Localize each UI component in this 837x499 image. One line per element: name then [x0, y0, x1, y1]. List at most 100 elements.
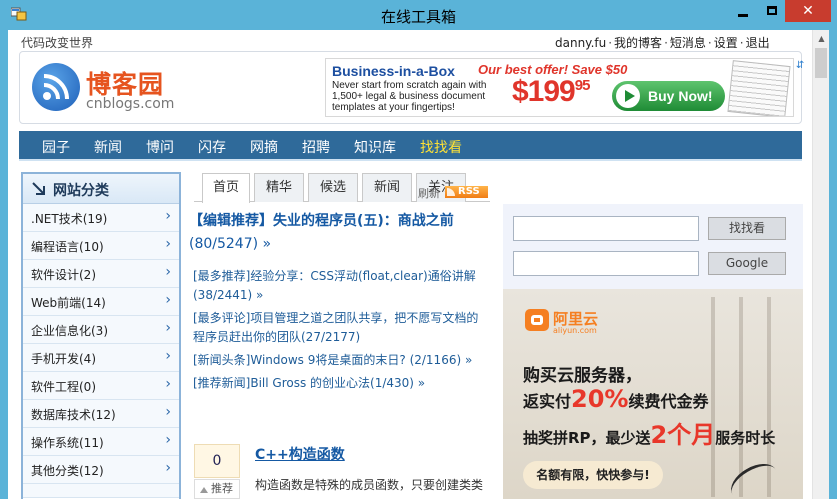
tab-home[interactable]: 首页 [202, 173, 250, 203]
ad-price-cents: 95 [574, 77, 591, 94]
nav-item-kb[interactable]: 知识库 [354, 137, 396, 157]
banner-ad[interactable]: Business-in-a-Box Our best offer! Save $… [325, 58, 794, 117]
chevron-right-icon: › [165, 404, 171, 420]
rss-logo-icon[interactable] [32, 63, 80, 111]
aliyun-cta[interactable]: 名额有限，快快参与! [523, 461, 663, 489]
web-page: 代码改变世界 danny.fu · 我的博客 · 短消息 · 设置 · 退出 博客园 cnblo… [8, 30, 812, 499]
ad-buy-label: Buy Now! [648, 88, 713, 104]
nav-item-flash[interactable]: 闪存 [198, 137, 226, 157]
aliyun-logo-icon [525, 309, 549, 331]
post-title-link[interactable]: C++构造函数 [255, 444, 345, 464]
sidebar-item-label: 手机开发(4) [31, 352, 96, 366]
chevron-right-icon: › [165, 320, 171, 336]
nav-item-news[interactable]: 新闻 [94, 137, 122, 157]
user-link-myblog[interactable]: 我的博客 [614, 36, 662, 50]
sidebar-item-enterprise[interactable]: 企业信息化(3) › [23, 316, 179, 344]
nav-item-garden[interactable]: 园子 [42, 137, 70, 157]
user-links: danny.fu · 我的博客 · 短消息 · 设置 · 退出 [555, 36, 770, 50]
scrollbar-thumb[interactable] [815, 48, 827, 78]
sidebar-item-label: 企业信息化(3) [31, 324, 108, 338]
sidebar-item-label: 其他分类(12) [31, 464, 104, 478]
minimize-button[interactable] [727, 0, 757, 22]
scroll-up-icon[interactable]: ▲ [813, 30, 829, 47]
ad-info-icon[interactable]: ⇵ [796, 60, 804, 71]
category-sidebar: 网站分类 .NET技术(19) › 编程语言(10) › 软件设计(2) › Web前… [21, 172, 181, 499]
close-icon: ✕ [802, 3, 814, 19]
ad-buy-button[interactable]: Buy Now! [612, 81, 725, 111]
user-link-logout[interactable]: 退出 [746, 36, 770, 50]
ad-brand: Business-in-a-Box [332, 63, 455, 79]
ad-price: $19995 [512, 75, 591, 109]
aliyun-line3-big: 2个月 [650, 421, 716, 449]
recommend-button[interactable]: 推荐 [194, 479, 240, 499]
sidebar-item-design[interactable]: 软件设计(2) › [23, 260, 179, 288]
site-tagline: 代码改变世界 [21, 36, 94, 50]
aliyun-line1: 购买云服务器， [523, 366, 642, 386]
google-search-button[interactable]: Google [708, 252, 786, 275]
refresh-link[interactable]: 刷新 [418, 185, 440, 201]
sidebar-item-label: .NET技术(19) [31, 212, 108, 226]
sidebar-item-partial[interactable] [23, 484, 179, 498]
nav-item-questions[interactable]: 博问 [146, 137, 174, 157]
maximize-button[interactable] [757, 0, 785, 22]
right-column: 找找看 Google 阿里云 aliyun.com 购买云服务器， 返实付20%… [503, 204, 803, 499]
site-search-button[interactable]: 找找看 [708, 217, 786, 240]
post-summary: 构造函数是特殊的成员函数，只要创建类类 [255, 478, 484, 492]
chevron-right-icon: › [165, 432, 171, 448]
maximize-icon [767, 6, 777, 15]
aliyun-domain: aliyun.com [553, 326, 597, 335]
headline-tag: 【编辑推荐】 [189, 213, 273, 229]
site-header: 博客园 cnblogs.com Business-in-a-Box Our be… [19, 51, 804, 124]
headline-count: (80/5247) » [189, 236, 272, 252]
sidebar-item-web[interactable]: Web前端(14) › [23, 288, 179, 316]
aliyun-line2: 返实付20%续费代金券 [523, 385, 708, 413]
vote-count: 0 [194, 444, 240, 478]
news-item[interactable]: [推荐新闻]Bill Gross 的创业心法(1/430) » [193, 374, 483, 393]
rss-button[interactable]: RSS [445, 186, 488, 198]
user-link-username[interactable]: danny.fu [555, 36, 606, 50]
nav-item-jobs[interactable]: 招聘 [302, 137, 330, 157]
aliyun-line2-pre: 返实付 [523, 392, 572, 411]
tab-candidates[interactable]: 候选 [308, 173, 358, 202]
news-item[interactable]: [最多推荐]经验分享：CSS浮动(float,clear)通俗讲解(38/244… [193, 267, 483, 305]
chevron-right-icon: › [165, 376, 171, 392]
sidebar-item-database[interactable]: 数据库技术(12) › [23, 400, 179, 428]
nav-item-bookmarks[interactable]: 网摘 [250, 137, 278, 157]
arrow-down-right-icon [32, 182, 45, 195]
sidebar-header: 网站分类 [23, 174, 179, 204]
chevron-right-icon: › [165, 236, 171, 252]
google-search-input[interactable] [513, 251, 699, 276]
tab-news[interactable]: 新闻 [362, 173, 412, 202]
editor-pick-headline[interactable]: 【编辑推荐】失业的程序员(五)：商战之前 (80/5247) » [189, 210, 489, 256]
nav-item-search[interactable]: 找找看 [420, 137, 462, 157]
chevron-right-icon: › [165, 208, 171, 224]
sidebar-item-dotnet[interactable]: .NET技术(19) › [23, 204, 179, 232]
sidebar-item-os[interactable]: 操作系统(11) › [23, 428, 179, 456]
vertical-scrollbar[interactable]: ▲ [812, 30, 829, 499]
sidebar-item-label: 编程语言(10) [31, 240, 104, 254]
play-icon [616, 84, 640, 108]
sidebar-item-languages[interactable]: 编程语言(10) › [23, 232, 179, 260]
sidebar-title: 网站分类 [53, 183, 109, 199]
tab-featured[interactable]: 精华 [254, 173, 304, 202]
sidebar-item-engineering[interactable]: 软件工程(0) › [23, 372, 179, 400]
news-item[interactable]: [最多评论]项目管理之道之团队共享，把不愿写文档的程序员赶出你的团队(27/21… [193, 309, 483, 347]
logo-domain[interactable]: cnblogs.com [86, 96, 174, 112]
window-title: 在线工具箱 [380, 8, 456, 26]
news-item[interactable]: [新闻头条]Windows 9将是桌面的末日? (2/1166) » [193, 351, 483, 370]
aliyun-ad[interactable]: 阿里云 aliyun.com 购买云服务器， 返实付20%续费代金券 抽奖拼RP… [503, 289, 803, 499]
user-link-settings[interactable]: 设置 [714, 36, 738, 50]
user-link-messages[interactable]: 短消息 [670, 36, 706, 50]
aliyun-line3: 抽奖拼RP，最少送2个月服务时长 [523, 415, 775, 450]
site-search-input[interactable] [513, 216, 699, 241]
sidebar-item-label: Web前端(14) [31, 296, 106, 310]
sidebar-item-mobile[interactable]: 手机开发(4) › [23, 344, 179, 372]
aliyun-line2-post: 续费代金券 [628, 392, 709, 411]
news-list: [最多推荐]经验分享：CSS浮动(float,clear)通俗讲解(38/244… [193, 267, 483, 397]
sidebar-item-label: 操作系统(11) [31, 436, 104, 450]
main-nav: 园子 新闻 博问 闪存 网摘 招聘 知识库 找找看 [19, 131, 802, 161]
chevron-right-icon: › [165, 348, 171, 364]
chevron-right-icon: › [165, 264, 171, 280]
close-button[interactable]: ✕ [785, 0, 831, 22]
sidebar-item-other[interactable]: 其他分类(12) › [23, 456, 179, 484]
